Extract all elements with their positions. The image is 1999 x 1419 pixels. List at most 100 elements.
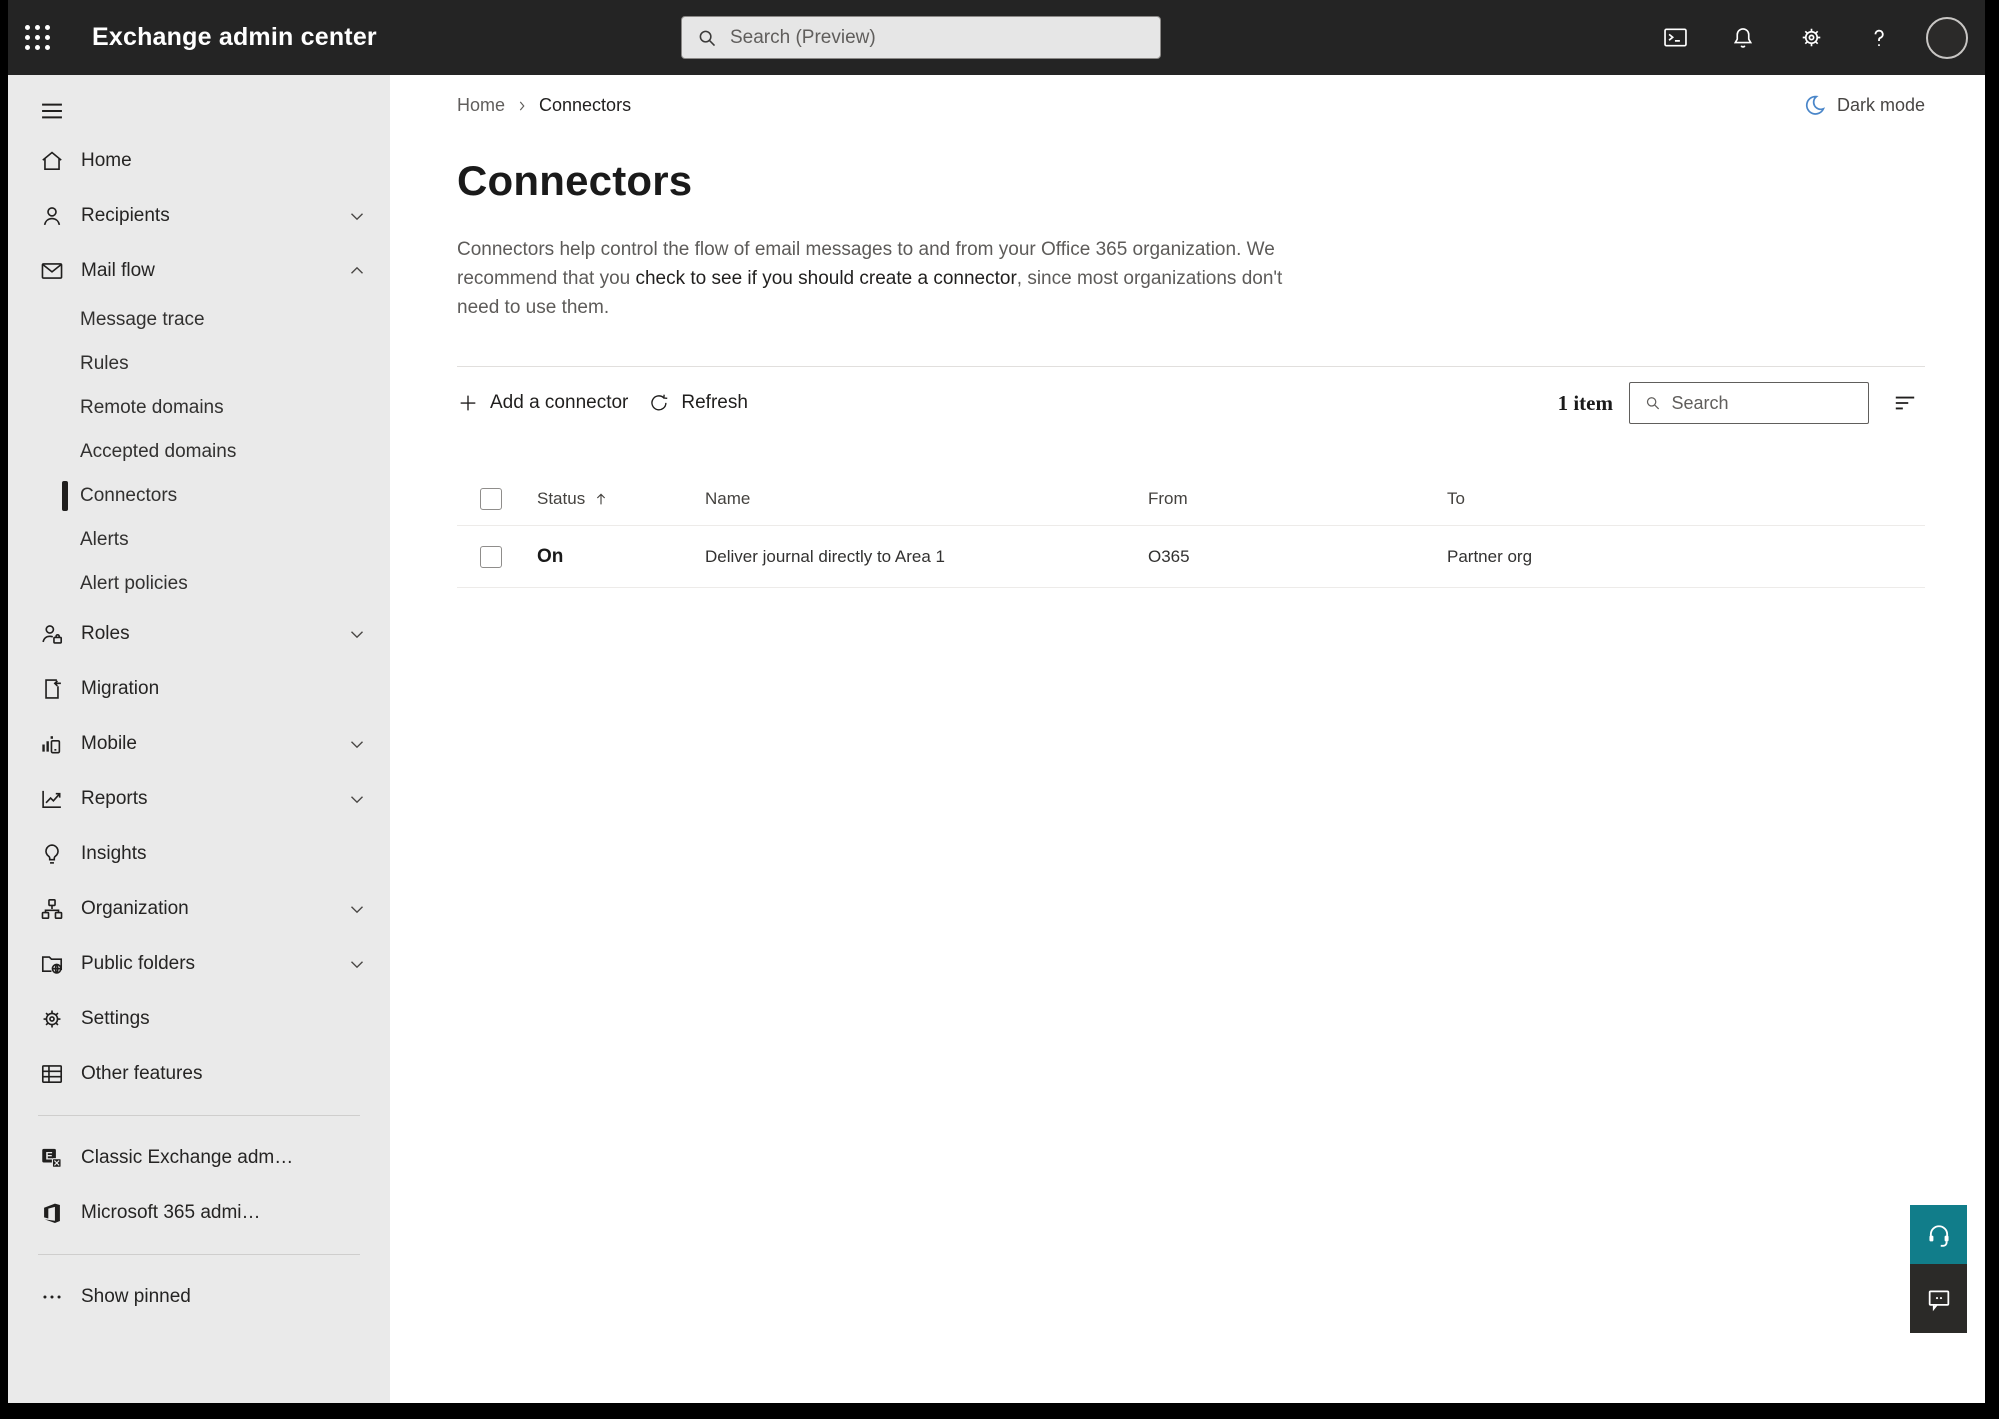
sidebar-item-label: Home [81, 149, 132, 171]
refresh-icon [651, 394, 668, 411]
feedback-icon [1928, 1290, 1949, 1311]
sort-ascending-icon [593, 491, 609, 507]
sidebar-item-recipients[interactable]: Recipients [8, 188, 390, 243]
cell-name[interactable]: Deliver journal directly to Area 1 [705, 547, 1148, 567]
sidebar-item-message-trace[interactable]: Message trace [8, 298, 390, 342]
floating-buttons [1910, 1205, 1967, 1333]
sidebar-item-reports[interactable]: Reports [8, 771, 390, 826]
global-search-input[interactable] [730, 26, 1146, 49]
roles-icon [38, 620, 65, 647]
add-connector-label: Add a connector [490, 392, 629, 413]
column-header-from[interactable]: From [1148, 489, 1447, 509]
cell-to: Partner org [1447, 546, 1533, 566]
sidebar-item-migration[interactable]: Migration [8, 661, 390, 716]
table-header-row: Status Name From To [457, 473, 1925, 526]
global-search-box[interactable] [681, 16, 1161, 59]
nav-collapse-button[interactable] [8, 89, 68, 133]
refresh-button[interactable]: Refresh [638, 384, 758, 422]
column-header-status[interactable]: Status [537, 489, 705, 509]
folder-globe-icon [38, 950, 65, 977]
home-icon [38, 147, 65, 174]
gear-icon [1802, 28, 1820, 47]
sidebar-item-alert-policies[interactable]: Alert policies [8, 562, 390, 606]
sidebar-item-mail-flow[interactable]: Mail flow [8, 243, 390, 298]
sidebar-item-show-pinned[interactable]: Show pinned [8, 1269, 390, 1324]
cell-from: O365 [1148, 546, 1190, 566]
select-all-checkbox[interactable] [480, 488, 502, 510]
help-button[interactable] [1855, 14, 1903, 62]
list-search-input[interactable] [1671, 392, 1858, 414]
column-header-label: Name [705, 489, 751, 508]
list-search-box[interactable] [1629, 382, 1869, 424]
chevron-down-icon [346, 898, 368, 920]
chevron-down-icon [346, 623, 368, 645]
microsoft-365-icon [38, 1199, 65, 1226]
dark-mode-label: Dark mode [1836, 94, 1925, 115]
settings-button[interactable] [1787, 14, 1835, 62]
sidebar-item-mobile[interactable]: Mobile [8, 716, 390, 771]
breadcrumb-current: Connectors [539, 94, 632, 115]
sidebar-item-home[interactable]: Home [8, 133, 390, 188]
add-connector-button[interactable]: Add a connector [457, 384, 638, 422]
dark-mode-toggle[interactable]: Dark mode [1803, 93, 1925, 117]
sidebar-item-label: Rules [80, 353, 129, 374]
sidebar-item-accepted-domains[interactable]: Accepted domains [8, 430, 390, 474]
sidebar-item-label: Public folders [81, 952, 196, 974]
terminal-icon [1663, 28, 1687, 47]
search-icon [1646, 397, 1660, 410]
migration-icon [38, 675, 65, 702]
sidebar-item-rules[interactable]: Rules [8, 342, 390, 386]
create-connector-link[interactable]: check to see if you should create a conn… [635, 268, 1016, 289]
table-row[interactable]: On Deliver journal directly to Area 1 O3… [457, 526, 1925, 588]
nav-divider [38, 1115, 360, 1116]
powershell-button[interactable] [1651, 14, 1699, 62]
plus-icon [460, 395, 476, 411]
sidebar-item-remote-domains[interactable]: Remote domains [8, 386, 390, 430]
account-button[interactable] [1923, 14, 1971, 62]
org-chart-icon [38, 895, 65, 922]
classic-exchange-icon: E [38, 1144, 65, 1171]
support-button[interactable] [1910, 1205, 1967, 1264]
breadcrumb-home-link[interactable]: Home [457, 95, 505, 116]
mobile-icon [38, 730, 65, 757]
column-header-to[interactable]: To [1447, 489, 1925, 509]
sidebar-item-organization[interactable]: Organization [8, 881, 390, 936]
sidebar-item-label: Migration [81, 677, 160, 699]
filter-button[interactable] [1885, 383, 1925, 423]
sidebar-item-label: Organization [81, 897, 189, 919]
sidebar-item-label: Show pinned [81, 1285, 191, 1307]
top-bar: Exchange admin center [8, 0, 1985, 75]
sidebar-item-classic-exchange[interactable]: E Classic Exchange adm… [8, 1130, 390, 1185]
waffle-icon [24, 25, 50, 50]
selected-indicator [62, 481, 68, 511]
column-header-name[interactable]: Name [705, 489, 1148, 509]
sidebar-item-label: Roles [81, 622, 130, 644]
sidebar-item-public-folders[interactable]: Public folders [8, 936, 390, 991]
row-checkbox[interactable] [480, 545, 502, 568]
search-icon [699, 30, 716, 46]
page-title: Connectors [457, 157, 693, 204]
gear-icon [38, 1005, 65, 1032]
sidebar-item-label: Message trace [80, 309, 205, 330]
sidebar-item-microsoft-365[interactable]: Microsoft 365 admi… [8, 1185, 390, 1240]
table-grid-icon [38, 1060, 65, 1087]
left-nav: Home Recipients Mail flow Message trace … [8, 75, 390, 1403]
sidebar-item-label: Microsoft 365 admi… [81, 1201, 261, 1223]
sidebar-item-alerts[interactable]: Alerts [8, 518, 390, 562]
sidebar-item-label: Connectors [80, 485, 178, 506]
sidebar-item-label: Other features [81, 1062, 203, 1084]
sidebar-item-settings[interactable]: Settings [8, 991, 390, 1046]
sidebar-item-insights[interactable]: Insights [8, 826, 390, 881]
bell-icon [1733, 27, 1753, 48]
sidebar-item-label: Alerts [80, 529, 129, 550]
topbar-actions [1651, 0, 1971, 75]
feedback-button[interactable] [1910, 1264, 1967, 1333]
sidebar-item-other-features[interactable]: Other features [8, 1046, 390, 1101]
notifications-button[interactable] [1719, 14, 1767, 62]
refresh-label: Refresh [681, 392, 748, 413]
sidebar-item-roles[interactable]: Roles [8, 606, 390, 661]
sidebar-item-connectors[interactable]: Connectors [8, 474, 390, 518]
main-content: Home Connectors Dark mode Connectors Con… [390, 75, 1985, 1403]
app-launcher-button[interactable] [8, 0, 66, 75]
sidebar-item-label: Accepted domains [80, 441, 237, 462]
